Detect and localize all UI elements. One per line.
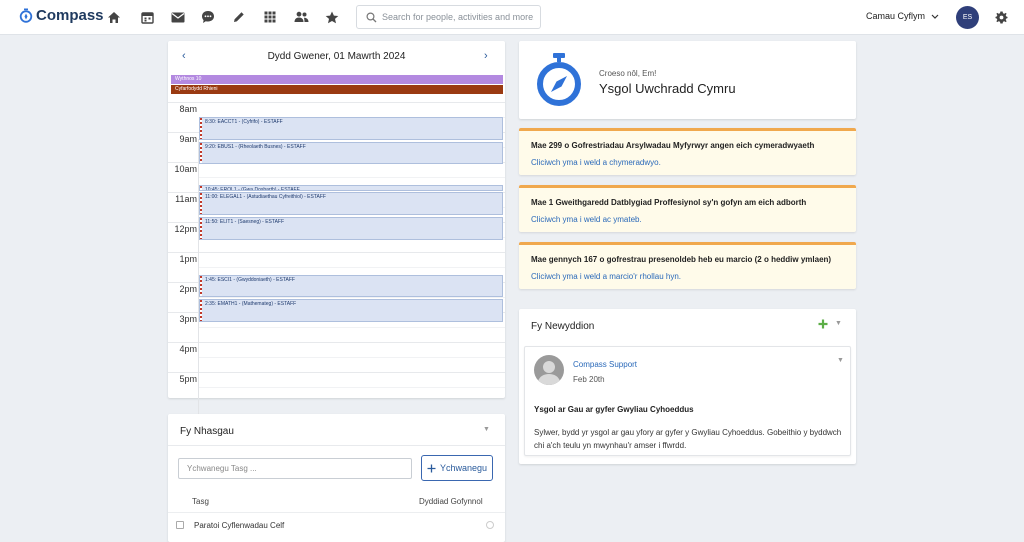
search-icon [366,12,377,23]
calendar-event[interactable]: 2:35: EMATH1 - (Mathemateg) - ESTAFF [199,299,503,322]
calendar-next-button[interactable]: › [484,50,488,62]
grid-icon[interactable] [262,9,278,25]
hour-label: 4pm [179,344,197,354]
hour-label: 9am [179,134,197,144]
calendar-event[interactable]: 10:45: EROL1 - (Gwa Dosbarth) - ESTAFF [199,184,503,192]
school-name: Ysgol Uwchradd Cymru [599,81,736,96]
mail-icon[interactable] [170,9,186,25]
notice-title: Mae 1 Gweithgaredd Datblygiad Proffesiyn… [531,198,807,207]
school-selector[interactable]: Camau Cyflym [866,11,939,21]
app-name: Compass [36,7,104,24]
hour-label: 11am [175,194,197,204]
calendar-header: ‹ Dydd Gwener, 01 Mawrth 2024 › [168,41,505,73]
all-day-event[interactable]: Cyfarfodydd Rhieni [171,85,503,94]
calendar-event[interactable]: 8:30: EACCT1 - (Cyfrifo) - ESTAFF [199,117,503,140]
task-input[interactable] [178,458,412,479]
gear-icon[interactable] [993,9,1009,25]
tasks-header: Fy Nhasgau ▼ [168,414,505,446]
notice-card: Mae gennych 167 o gofrestrau presenoldeb… [519,242,856,289]
calendar-date-title: Dydd Gwener, 01 Mawrth 2024 [267,51,406,62]
news-body: Sylwer, bydd yr ysgol ar gau yfory ar gy… [534,428,842,450]
hour-label: 8am [179,104,197,114]
welcome-greeting: Croeso nôl, Em! [599,69,657,78]
add-task-label: Ychwanegu [439,463,488,473]
home-icon[interactable] [106,9,122,25]
task-label: Paratoi Cyflenwadau Celf [194,521,285,530]
task-checkbox[interactable] [176,521,184,529]
notice-title: Mae 299 o Gofrestriadau Arsylwadau Myfyr… [531,141,815,150]
calendar-panel: ‹ Dydd Gwener, 01 Mawrth 2024 › Wythnos … [168,41,505,426]
all-day-event[interactable]: Wythnos 10 [171,75,503,84]
half-hour-line [199,297,505,298]
calendar-icon[interactable] [139,9,155,25]
due-date-column-header: Dyddiad Gofynnol [419,497,483,506]
news-title: Fy Newyddion [531,321,595,332]
school-selector-label: Camau Cyflym [866,11,926,21]
hour-line [168,372,505,373]
hour-label: 1pm [179,254,197,264]
news-header: Fy Newyddion ▼ [519,309,856,339]
compass-logo[interactable]: Compass [19,7,104,24]
hour-label: 2pm [179,284,197,294]
notice-link[interactable]: Cliciwch yma i weld ac ymateb. [531,215,642,224]
calendar-event[interactable]: 1:45: ESCI1 - (Gwyddoniaeth) - ESTAFF [199,274,503,297]
hour-line [168,102,505,103]
search-box[interactable] [356,5,541,29]
compass-school-logo [537,53,581,106]
hour-label: 12pm [174,224,197,234]
half-hour-line [199,177,505,178]
task-column-header: Tasg [192,497,209,506]
half-hour-line [199,357,505,358]
hour-line [168,342,505,343]
hour-label: 3pm [179,314,197,324]
half-hour-line [199,267,505,268]
caret-down-icon[interactable]: ▼ [835,320,842,327]
chat-icon[interactable] [200,9,216,25]
caret-down-icon[interactable]: ▼ [483,426,490,433]
notice-card: Mae 1 Gweithgaredd Datblygiad Proffesiyn… [519,185,856,232]
calendar-event[interactable]: 9:20: EBUS1 - (Rheolaeth Busnes) - ESTAF… [199,141,503,165]
add-news-icon[interactable] [818,319,828,329]
tasks-title: Fy Nhasgau [180,426,234,437]
clock-icon[interactable] [486,521,494,529]
calendar-event[interactable]: 11:50: ELIT1 - (Saesneg) - ESTAFF [199,216,503,240]
news-headline: Ysgol ar Gau ar gyfer Gwyliau Cyhoeddus [534,405,694,414]
search-input[interactable] [382,9,534,25]
calendar-event[interactable]: 11:00: ELEGAL1 - (Astudiaethau Cyfreithi… [199,192,503,215]
news-panel: Fy Newyddion ▼ Compass Support Feb 20th … [519,309,856,464]
people-icon[interactable] [293,9,309,25]
notice-link[interactable]: Cliciwch yma i weld a chymeradwyo. [531,158,661,167]
notice-title: Mae gennych 167 o gofrestrau presenoldeb… [531,255,832,264]
plus-icon [427,464,436,472]
news-author[interactable]: Compass Support [573,360,637,369]
compass-logo-icon [19,8,33,23]
welcome-panel: Croeso nôl, Em! Ysgol Uwchradd Cymru [519,41,856,119]
news-item: Compass Support Feb 20th ▼ Ysgol ar Gau … [524,346,851,456]
hour-line [168,252,505,253]
caret-down-icon[interactable]: ▼ [837,357,844,364]
tasks-panel: Fy Nhasgau ▼ Ychwanegu Tasg Dyddiad Gofy… [168,414,505,542]
news-date: Feb 20th [573,375,605,384]
task-row[interactable]: Paratoi Cyflenwadau Celf [168,512,505,534]
notice-card: Mae 299 o Gofrestriadau Arsylwadau Myfyr… [519,128,856,175]
hour-label: 10am [174,164,197,174]
pencil-icon[interactable] [231,9,247,25]
half-hour-line [199,327,505,328]
notice-link[interactable]: Cliciwch yma i weld a marcio'r rhollau h… [531,272,681,281]
add-task-button[interactable]: Ychwanegu [421,455,493,481]
author-avatar [534,355,564,385]
top-navbar: Compass Camau Cyflym ES [0,0,1024,35]
half-hour-line [199,387,505,388]
hour-label: 5pm [179,374,197,384]
star-icon[interactable] [324,9,340,25]
user-avatar[interactable]: ES [956,6,979,29]
chevron-down-icon [931,14,939,19]
